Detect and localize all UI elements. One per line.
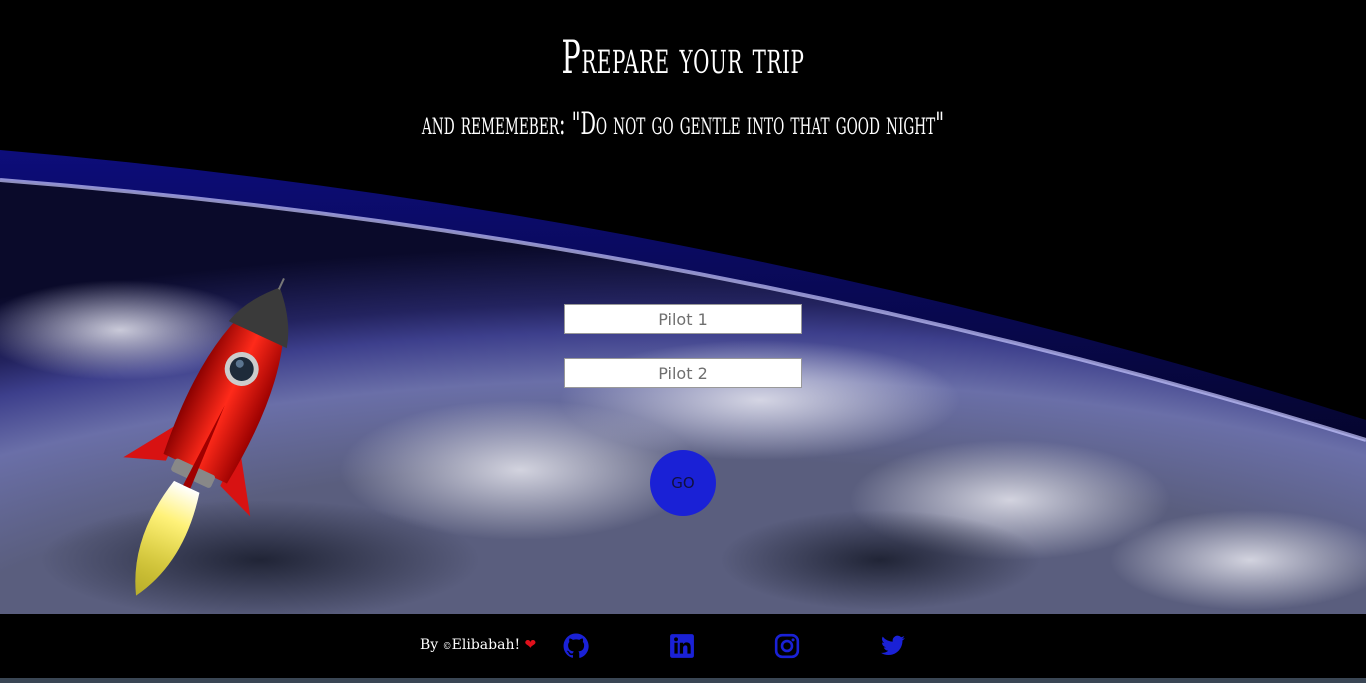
footer: By ©Elibabah! ❤	[0, 614, 1366, 678]
go-button[interactable]: GO	[650, 450, 716, 516]
rocket-icon	[123, 277, 289, 596]
copyright-symbol: ©	[442, 642, 452, 652]
twitter-icon[interactable]	[880, 633, 906, 659]
author-name: Elibabah!	[451, 637, 521, 653]
page-subtitle: and rememeber: "Do not go gentle into th…	[421, 106, 945, 142]
author-credit: By ©Elibabah! ❤	[420, 637, 536, 653]
page-title: Prepare your trip	[561, 30, 805, 84]
footer-bar	[0, 678, 1366, 683]
instagram-icon[interactable]	[774, 633, 800, 659]
by-label: By	[420, 637, 439, 653]
heart-icon: ❤	[524, 637, 537, 653]
linkedin-icon[interactable]	[669, 633, 695, 659]
pilot-2-input[interactable]	[564, 358, 802, 388]
pilot-1-input[interactable]	[564, 304, 802, 334]
github-icon[interactable]	[563, 633, 589, 659]
hero-section: Prepare your trip and rememeber: "Do not…	[0, 0, 1366, 614]
